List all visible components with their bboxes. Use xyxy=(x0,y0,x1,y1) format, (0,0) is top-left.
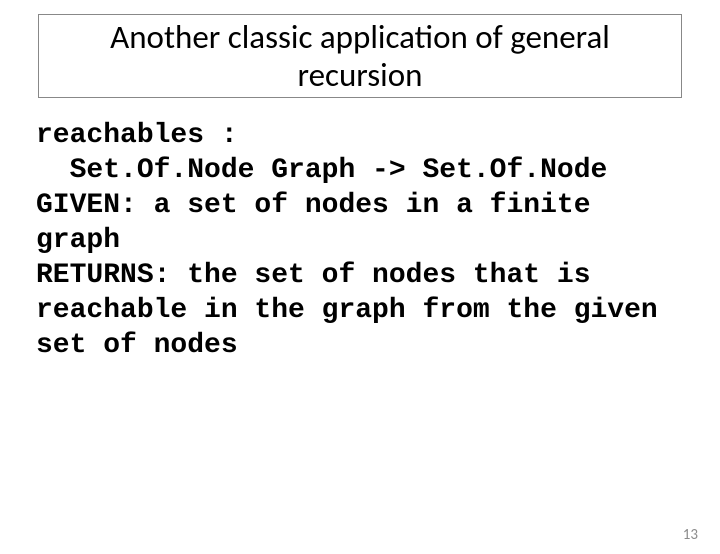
page-number: 13 xyxy=(683,526,698,544)
code-content: reachables : Set.Of.Node Graph -> Set.Of… xyxy=(36,118,684,363)
title-box: Another classic application of general r… xyxy=(38,14,682,98)
slide-title: Another classic application of general r… xyxy=(47,19,673,95)
